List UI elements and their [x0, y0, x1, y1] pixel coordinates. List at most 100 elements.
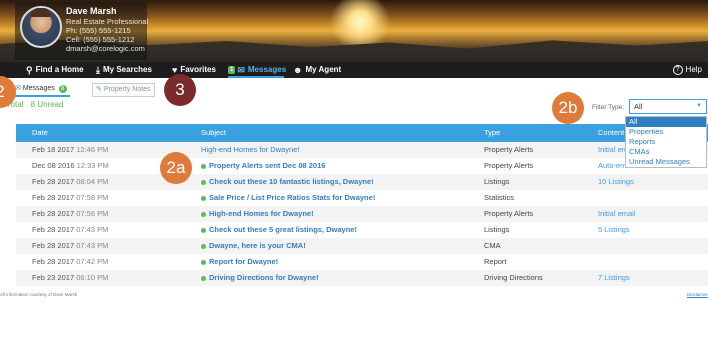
row-subject[interactable]: Property Alerts sent Dec 08 2016: [201, 158, 325, 174]
row-subject[interactable]: Driving Directions for Dwayne!: [201, 270, 319, 286]
table-row[interactable]: Feb 23 2017 06:10 PM Driving Directions f…: [16, 270, 708, 286]
row-subject-text: High-end Homes for Dwayne!: [209, 209, 314, 218]
tab-property-notes[interactable]: ✎ Property Notes: [92, 83, 155, 97]
unread-dot-icon: [201, 227, 206, 233]
header-banner: Dave Marsh Real Estate Professional Ph: …: [0, 0, 708, 62]
filter-option-unread[interactable]: Unread Messages: [626, 157, 706, 167]
agent-name: Dave Marsh: [66, 6, 117, 16]
row-type: Listings: [484, 225, 510, 234]
agent-email[interactable]: dmarsh@corelogic.com: [66, 44, 145, 53]
help-link[interactable]: ? Help: [672, 62, 702, 78]
row-date: Feb 18 2017 12:46 PM: [32, 142, 108, 158]
filter-type-select[interactable]: All ▼: [629, 99, 707, 114]
row-date-day: Feb 28 2017: [32, 257, 75, 266]
nav-find-a-home[interactable]: ⚲ Find a Home: [26, 62, 84, 78]
row-content[interactable]: 7 Listings: [598, 270, 630, 286]
filter-option-reports[interactable]: Reports: [626, 137, 706, 147]
table-row[interactable]: Feb 28 2017 07:42 PM Report for Dwayne! Re…: [16, 254, 708, 270]
table-row[interactable]: Feb 28 2017 07:58 PM Sale Price / List Pr…: [16, 190, 708, 206]
row-date-time: 07:56 PM: [76, 209, 109, 218]
table-header: Date Subject Type Content: [16, 124, 708, 142]
table-row[interactable]: Feb 28 2017 07:43 PM Dwayne, here is your…: [16, 238, 708, 254]
row-subject-text: Dwayne, here is your CMA!: [209, 241, 306, 250]
messages-badge: 1: [228, 65, 236, 74]
row-type: Property Alerts: [484, 209, 534, 218]
row-subject[interactable]: High-end Homes for Dwayne!: [201, 206, 314, 222]
messages-table: Date Subject Type Content Feb 18 2017 12…: [16, 124, 708, 286]
row-date-day: Feb 28 2017: [32, 209, 75, 218]
row-date-time: 12:33 PM: [76, 161, 109, 170]
table-row[interactable]: Feb 18 2017 12:46 PM High-end Homes for D…: [16, 142, 708, 158]
table-row[interactable]: Dec 08 2016 12:33 PM Property Alerts sent…: [16, 158, 708, 174]
row-subject-text: Driving Directions for Dwayne!: [209, 273, 319, 282]
row-subject[interactable]: Check out these 10 fantastic listings, D…: [201, 174, 374, 190]
question-circle-icon: ?: [672, 64, 683, 75]
row-type: Listings: [484, 177, 510, 186]
row-type: Property Alerts: [484, 161, 534, 170]
row-subject[interactable]: High-end Homes for Dwayne!: [201, 142, 299, 158]
header-type[interactable]: Type: [484, 124, 500, 142]
table-row[interactable]: Feb 28 2017 07:43 PM Check out these 5 gr…: [16, 222, 708, 238]
download-icon: ⤓: [96, 65, 100, 75]
unread-dot-icon: [201, 179, 206, 185]
row-date: Feb 23 2017 06:10 PM: [32, 270, 108, 286]
nav-my-searches[interactable]: ⤓ My Searches: [96, 62, 152, 78]
table-row[interactable]: Feb 28 2017 07:56 PM High-end Homes for D…: [16, 206, 708, 222]
agent-cell: Cell: (555) 555-1212: [66, 35, 135, 44]
row-date-day: Feb 28 2017: [32, 225, 75, 234]
nav-label: Messages: [247, 65, 287, 74]
row-date-time: 07:42 PM: [76, 257, 109, 266]
nav-label: Favorites: [180, 65, 216, 74]
row-date-time: 07:58 PM: [76, 193, 109, 202]
filter-option-properties[interactable]: Properties: [626, 127, 706, 137]
nav-my-agent[interactable]: ☻ My Agent: [293, 62, 341, 78]
row-date: Feb 28 2017 07:56 PM: [32, 206, 108, 222]
row-date: Feb 28 2017 07:42 PM: [32, 254, 108, 270]
messages-count-badge: 8: [58, 85, 67, 93]
row-type: Report: [484, 257, 507, 266]
row-date-time: 06:10 PM: [76, 273, 109, 282]
row-subject[interactable]: Dwayne, here is your CMA!: [201, 238, 306, 254]
row-type: Driving Directions: [484, 273, 543, 282]
nav-label: Find a Home: [35, 65, 84, 74]
row-date: Feb 28 2017 07:43 PM: [32, 238, 108, 254]
header-subject[interactable]: Subject: [201, 124, 226, 142]
header-date[interactable]: Date: [32, 124, 48, 142]
nav-label: My Agent: [305, 65, 342, 74]
row-type: CMA: [484, 241, 501, 250]
row-date: Feb 28 2017 07:58 PM: [32, 190, 108, 206]
unread-dot-icon: [201, 163, 206, 169]
callout-3: 3: [164, 74, 196, 106]
row-subject[interactable]: Check out these 5 great listings, Dwayne…: [201, 222, 357, 238]
row-subject-text: Report for Dwayne!: [209, 257, 279, 266]
row-content[interactable]: Initial email: [598, 206, 636, 222]
row-subject[interactable]: Report for Dwayne!: [201, 254, 278, 270]
unread-dot-icon: [201, 275, 206, 281]
avatar-hair: [31, 8, 51, 17]
filter-option-all[interactable]: All: [626, 117, 706, 127]
agent-phone: Ph: (555) 555-1215: [66, 26, 131, 35]
row-date-day: Feb 28 2017: [32, 177, 75, 186]
unread-dot-icon: [201, 243, 206, 249]
row-date: Feb 28 2017 08:04 PM: [32, 174, 108, 190]
row-subject[interactable]: Sale Price / List Price Ratios Stats for…: [201, 190, 375, 206]
header-content[interactable]: Content: [598, 124, 624, 142]
row-date-time: 07:43 PM: [76, 225, 109, 234]
unread-dot-icon: [201, 211, 206, 217]
unread-dot-icon: [201, 195, 206, 201]
table-row[interactable]: Feb 28 2017 08:04 PM Check out these 10 f…: [16, 174, 708, 190]
disclaimer-link[interactable]: Disclaimer: [687, 292, 708, 297]
row-date: Dec 08 2016 12:33 PM: [32, 158, 109, 174]
filter-option-cmas[interactable]: CMAs: [626, 147, 706, 157]
row-content[interactable]: 5 Listings: [598, 222, 630, 238]
agent-title: Real Estate Professional: [66, 17, 149, 26]
row-date-day: Feb 23 2017: [32, 273, 75, 282]
row-subject-text: High-end Homes for Dwayne!: [201, 145, 300, 154]
tab-messages[interactable]: ✉ Messages 8: [12, 83, 70, 97]
row-date-time: 08:04 PM: [76, 177, 109, 186]
row-content[interactable]: 10 Listings: [598, 174, 634, 190]
notes-icon: ✎: [96, 86, 102, 93]
tab-property-notes-label: Property Notes: [103, 86, 151, 93]
active-tab-underline: [228, 76, 284, 78]
row-subject-text: Property Alerts sent Dec 08 2016: [209, 161, 326, 170]
